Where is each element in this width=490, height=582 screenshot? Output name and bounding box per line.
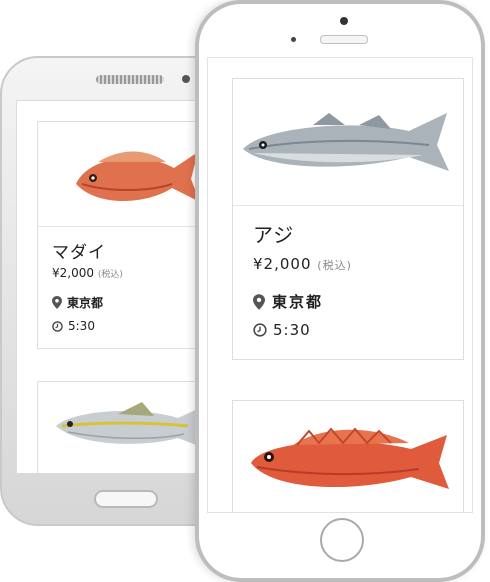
location-text: 東京都	[272, 293, 324, 311]
android-speaker	[96, 75, 164, 84]
android-home-button[interactable]	[94, 490, 158, 508]
product-card[interactable]	[232, 400, 464, 512]
iphone-screen: アジ ¥2,000 (税込) 東京都 5:30	[207, 57, 473, 513]
location-text: 東京都	[67, 296, 104, 310]
iphone-home-button[interactable]	[320, 518, 364, 562]
clock-icon	[253, 323, 267, 337]
time-text: 5:30	[273, 321, 311, 339]
tax-label: (税込)	[317, 259, 352, 272]
android-camera	[182, 75, 190, 83]
time-row: 5:30	[52, 319, 95, 333]
product-image	[38, 382, 206, 473]
location-row: 東京都	[253, 291, 323, 312]
iphone-phone: アジ ¥2,000 (税込) 東京都 5:30	[195, 0, 485, 582]
product-card[interactable]	[37, 381, 207, 473]
sea-bass-fish-icon	[243, 113, 449, 171]
location-pin-icon	[253, 293, 265, 310]
price-value: ¥2,000	[52, 266, 94, 280]
time-row: 5:30	[253, 321, 311, 339]
location-row: 東京都	[52, 294, 103, 311]
iphone-earpiece	[320, 35, 368, 44]
product-image	[38, 122, 206, 227]
product-image	[233, 401, 463, 512]
price-value: ¥2,000	[253, 255, 312, 273]
product-name: アジ	[253, 223, 295, 247]
product-card[interactable]: マダイ ¥2,000 (税込) 東京都 5:30	[37, 121, 207, 349]
location-pin-icon	[52, 296, 62, 309]
tax-label: (税込)	[97, 270, 123, 280]
time-text: 5:30	[68, 319, 95, 333]
product-price: ¥2,000 (税込)	[253, 255, 352, 273]
product-price: ¥2,000 (税込)	[52, 266, 123, 280]
rockfish-fish-icon	[251, 427, 449, 489]
yellowtail-fish-icon	[56, 402, 204, 448]
red-snapper-fish-icon	[76, 151, 200, 202]
iphone-camera	[340, 17, 348, 25]
product-card[interactable]: アジ ¥2,000 (税込) 東京都 5:30	[232, 78, 464, 360]
iphone-front-camera	[291, 37, 296, 42]
clock-icon	[52, 320, 63, 332]
product-name: マダイ	[52, 243, 106, 263]
product-image	[233, 79, 463, 206]
